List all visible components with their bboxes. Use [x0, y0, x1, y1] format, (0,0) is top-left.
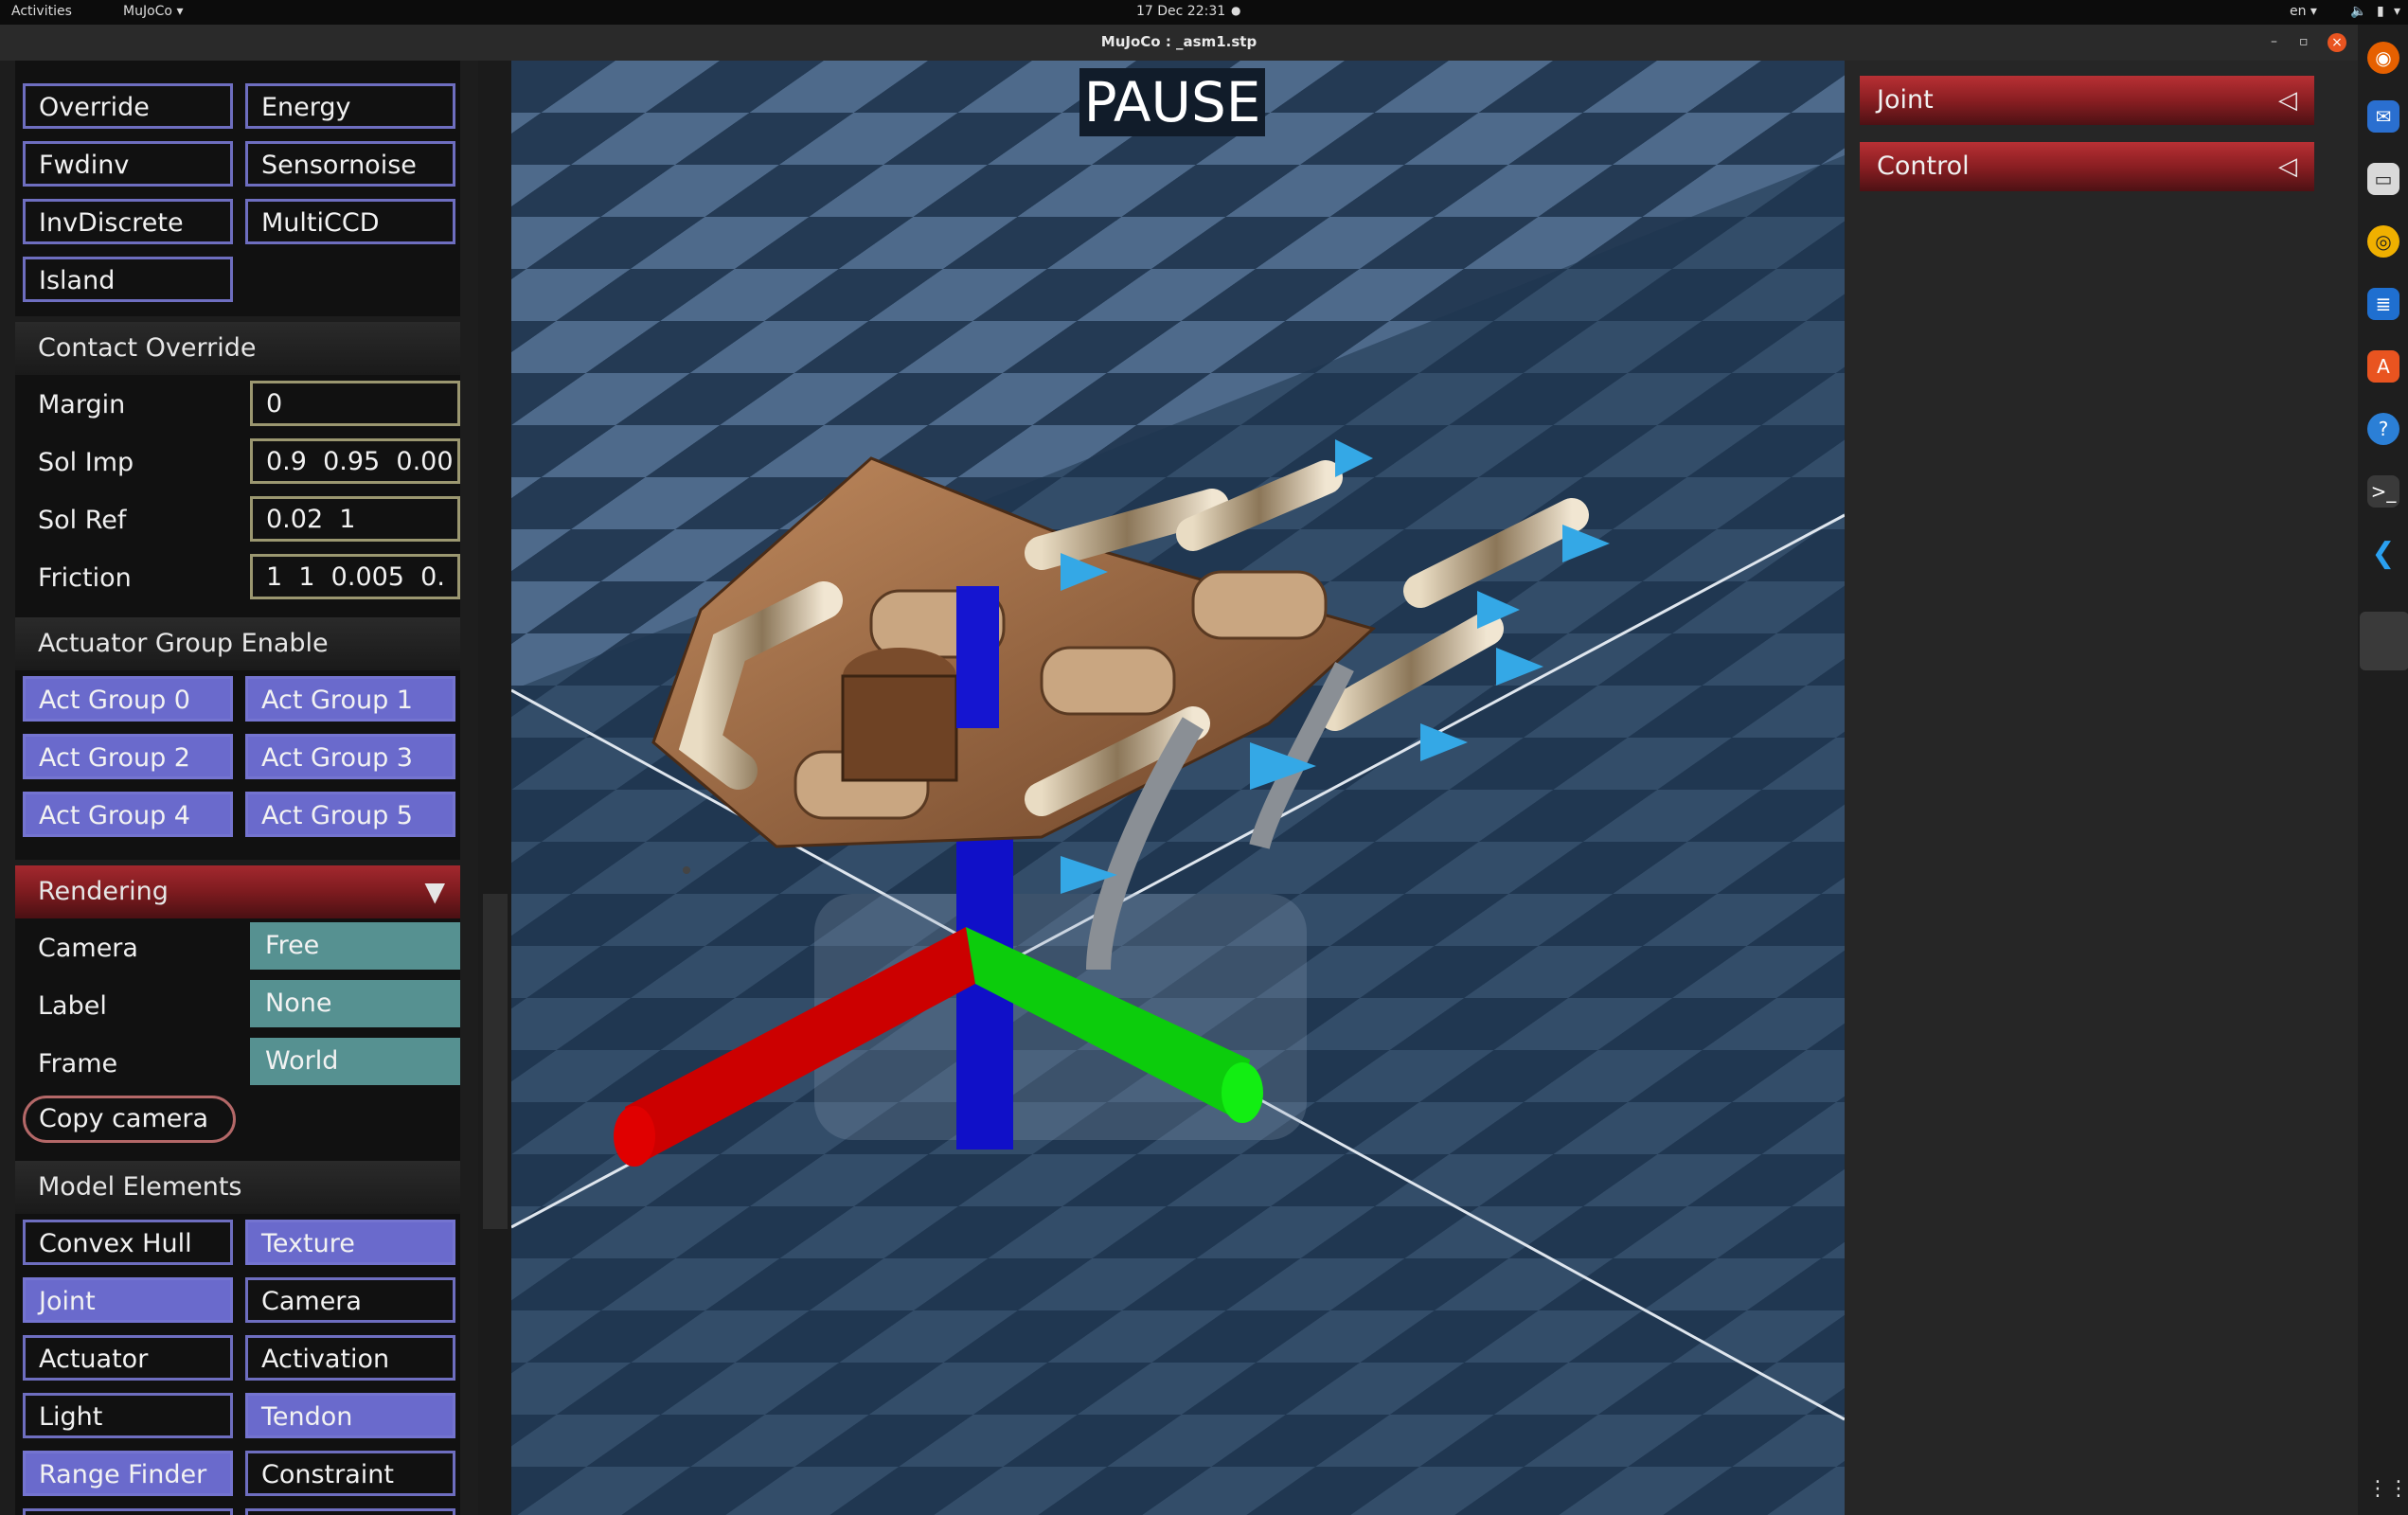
act-group-3-button[interactable]: Act Group 3	[245, 734, 455, 779]
margin-label: Margin	[38, 390, 126, 419]
activities-button[interactable]: Activities	[11, 4, 72, 19]
y-axis-cap	[1222, 1062, 1263, 1123]
rendering-header[interactable]: Rendering ▼	[15, 865, 460, 918]
vscode-icon[interactable]: ❮	[2367, 538, 2399, 570]
actuator-group-header[interactable]: Actuator Group Enable	[15, 617, 460, 670]
thunderbird-icon[interactable]: ✉	[2367, 100, 2399, 133]
tendon-button[interactable]: Tendon	[245, 1393, 455, 1438]
pause-status-label: PAUSE	[1079, 68, 1265, 136]
friction-label: Friction	[38, 563, 132, 593]
copy-camera-button[interactable]: Copy camera	[23, 1096, 236, 1143]
app-menu[interactable]: MuJoCo ▾	[123, 4, 183, 19]
act-group-2-button[interactable]: Act Group 2	[23, 734, 233, 779]
sensornoise-button[interactable]: Sensornoise	[245, 141, 455, 187]
control-section-header[interactable]: Control ◁	[1860, 142, 2314, 191]
friction-field[interactable]: 1 1 0.005 0.	[250, 554, 460, 599]
next-row-button[interactable]	[245, 1508, 455, 1515]
terminal-icon[interactable]: >_	[2367, 475, 2399, 508]
expand-triangle-icon[interactable]: ◁	[2278, 142, 2297, 191]
act-group-1-button[interactable]: Act Group 1	[245, 676, 455, 722]
label-label: Label	[38, 991, 107, 1021]
panel-scrollbar[interactable]	[483, 894, 508, 1229]
solimp-label: Sol Imp	[38, 448, 134, 477]
camera-select[interactable]: Free	[250, 922, 460, 970]
contact-override-title: Contact Override	[38, 333, 257, 363]
battery-icon[interactable]: ▮	[2377, 4, 2384, 19]
left-settings-panel: Override Energy Fwdinv Sensornoise InvDi…	[0, 61, 478, 1515]
label-select[interactable]: None	[250, 980, 460, 1027]
act-group-0-button[interactable]: Act Group 0	[23, 676, 233, 722]
right-panel: Joint ◁ Control ◁	[1845, 61, 2358, 1515]
range-finder-button[interactable]: Range Finder	[23, 1451, 233, 1496]
island-button[interactable]: Island	[23, 257, 233, 302]
notification-dot-icon: ●	[1231, 4, 1241, 17]
texture-button[interactable]: Texture	[245, 1220, 455, 1265]
rendering-title: Rendering	[38, 877, 169, 906]
margin-field[interactable]: 0	[250, 381, 460, 426]
files-icon[interactable]: ▭	[2367, 163, 2399, 195]
invdiscrete-button[interactable]: InvDiscrete	[23, 199, 233, 244]
volume-icon[interactable]: 🔈	[2350, 4, 2366, 19]
help-icon[interactable]: ?	[2367, 413, 2399, 445]
window-titlebar: MuJoCo : _asm1.stp – ▫ ×	[0, 25, 2358, 61]
activation-button[interactable]: Activation	[245, 1335, 455, 1381]
constraint-button[interactable]: Constraint	[245, 1451, 455, 1496]
solimp-field[interactable]: 0.9 0.95 0.00	[250, 438, 460, 484]
rhythmbox-icon[interactable]: ◎	[2367, 225, 2399, 258]
act-group-4-button[interactable]: Act Group 4	[23, 792, 233, 837]
clock[interactable]: 17 Dec 22:31	[1136, 4, 1225, 19]
energy-button[interactable]: Energy	[245, 83, 455, 129]
model-elements-title: Model Elements	[38, 1172, 242, 1202]
joint-section-title: Joint	[1877, 85, 1934, 115]
collapse-triangle-icon[interactable]: ▼	[424, 865, 445, 918]
model-elements-header[interactable]: Model Elements	[15, 1161, 460, 1214]
app-grid-icon[interactable]: ⋮⋮⋮	[2367, 1473, 2408, 1506]
expand-triangle-icon[interactable]: ◁	[2278, 76, 2297, 125]
writer-icon[interactable]: ≣	[2367, 288, 2399, 320]
solref-label: Sol Ref	[38, 506, 127, 535]
system-menu-icon[interactable]: ▾	[2394, 4, 2400, 19]
maximize-icon[interactable]: ▫	[2299, 34, 2309, 49]
scene-render	[511, 61, 1845, 1515]
contact-override-header[interactable]: Contact Override	[15, 322, 460, 375]
solref-field[interactable]: 0.02 1	[250, 496, 460, 542]
joint-toggle-button[interactable]: Joint	[23, 1277, 233, 1323]
frame-select[interactable]: World	[250, 1038, 460, 1085]
actuator-group-title: Actuator Group Enable	[38, 629, 329, 658]
frame-label: Frame	[38, 1049, 118, 1078]
override-button[interactable]: Override	[23, 83, 233, 129]
actuator-button[interactable]: Actuator	[23, 1335, 233, 1381]
multiccd-button[interactable]: MultiCCD	[245, 199, 455, 244]
simulation-viewport[interactable]	[511, 61, 1845, 1515]
language-menu[interactable]: en ▾	[2290, 4, 2317, 19]
system-topbar: Activities MuJoCo ▾ 17 Dec 22:31 ● en ▾ …	[0, 0, 2408, 25]
light-button[interactable]: Light	[23, 1393, 233, 1438]
fwdinv-button[interactable]: Fwdinv	[23, 141, 233, 187]
firefox-icon[interactable]: ◉	[2367, 42, 2399, 74]
act-group-5-button[interactable]: Act Group 5	[245, 792, 455, 837]
ubuntu-dock: ◉ ✉ ▭ ◎ ≣ A ? >_ ❮ ⋮⋮⋮	[2358, 25, 2408, 1515]
x-axis-cap	[614, 1106, 655, 1167]
minimize-icon[interactable]: –	[2271, 34, 2277, 49]
convex-hull-button[interactable]: Convex Hull	[23, 1220, 233, 1265]
camera-label: Camera	[38, 934, 138, 963]
software-center-icon[interactable]: A	[2367, 350, 2399, 383]
camera-toggle-button[interactable]: Camera	[245, 1277, 455, 1323]
close-icon[interactable]: ×	[2328, 33, 2346, 52]
next-row-button[interactable]	[23, 1508, 233, 1515]
control-section-title: Control	[1877, 152, 1970, 181]
mujoco-active-icon[interactable]	[2360, 612, 2408, 670]
window-title: MuJoCo : _asm1.stp	[1100, 33, 1258, 50]
joint-section-header[interactable]: Joint ◁	[1860, 76, 2314, 125]
